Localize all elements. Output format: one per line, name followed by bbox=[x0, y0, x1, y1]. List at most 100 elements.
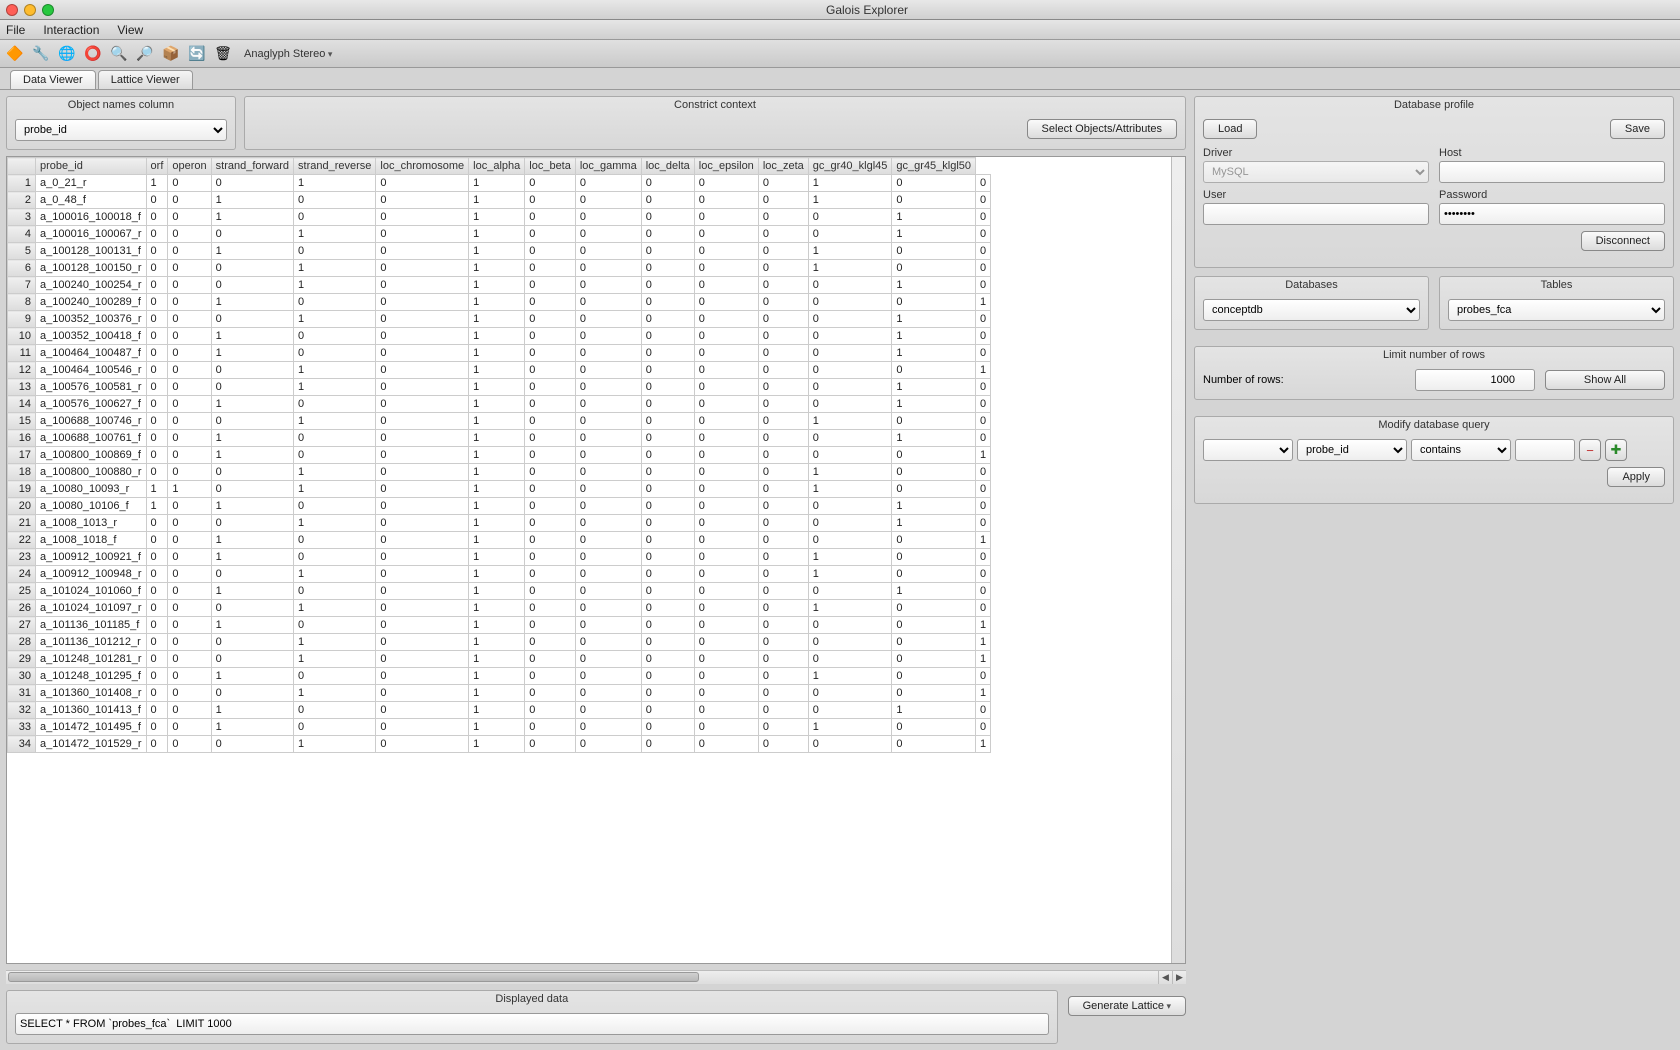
row-header[interactable]: 29 bbox=[8, 651, 36, 668]
row-header[interactable]: 8 bbox=[8, 294, 36, 311]
table-cell[interactable]: a_100800_100869_f bbox=[36, 447, 147, 464]
table-cell[interactable]: a_101248_101295_f bbox=[36, 668, 147, 685]
table-cell[interactable]: 0 bbox=[976, 583, 991, 600]
table-cell[interactable]: 0 bbox=[146, 515, 168, 532]
table-cell[interactable]: 0 bbox=[168, 243, 211, 260]
menu-view[interactable]: View bbox=[117, 23, 143, 37]
table-cell[interactable]: 0 bbox=[376, 532, 469, 549]
table-cell[interactable]: 0 bbox=[146, 651, 168, 668]
table-cell[interactable]: 0 bbox=[694, 668, 758, 685]
table-cell[interactable]: 0 bbox=[168, 447, 211, 464]
table-cell[interactable]: 0 bbox=[892, 192, 976, 209]
table-cell[interactable]: 0 bbox=[575, 651, 641, 668]
table-cell[interactable]: 0 bbox=[758, 702, 808, 719]
table-cell[interactable]: 0 bbox=[641, 447, 694, 464]
user-input[interactable] bbox=[1203, 203, 1429, 225]
table-cell[interactable]: 1 bbox=[469, 634, 525, 651]
table-cell[interactable]: 1 bbox=[469, 277, 525, 294]
table-row[interactable]: 27a_101136_101185_f00100100000001 bbox=[8, 617, 991, 634]
table-cell[interactable]: 0 bbox=[892, 685, 976, 702]
table-cell[interactable]: 0 bbox=[976, 345, 991, 362]
tab-data-viewer[interactable]: Data Viewer bbox=[10, 70, 96, 89]
table-cell[interactable]: a_100464_100487_f bbox=[36, 345, 147, 362]
table-cell[interactable]: 0 bbox=[168, 362, 211, 379]
table-cell[interactable]: 1 bbox=[294, 600, 376, 617]
table-cell[interactable]: 0 bbox=[641, 515, 694, 532]
table-cell[interactable]: 1 bbox=[294, 379, 376, 396]
table-cell[interactable]: 0 bbox=[808, 617, 892, 634]
table-row[interactable]: 32a_101360_101413_f00100100000010 bbox=[8, 702, 991, 719]
table-cell[interactable]: 0 bbox=[641, 430, 694, 447]
zoom-window-icon[interactable] bbox=[42, 4, 54, 16]
row-header[interactable]: 13 bbox=[8, 379, 36, 396]
table-cell[interactable]: 0 bbox=[694, 430, 758, 447]
table-cell[interactable]: 0 bbox=[808, 634, 892, 651]
row-header[interactable]: 23 bbox=[8, 549, 36, 566]
table-cell[interactable]: 1 bbox=[469, 311, 525, 328]
tables-select[interactable]: probes_fca bbox=[1448, 299, 1665, 321]
table-cell[interactable]: 0 bbox=[641, 396, 694, 413]
table-cell[interactable]: 0 bbox=[575, 430, 641, 447]
table-cell[interactable]: 0 bbox=[376, 498, 469, 515]
table-cell[interactable]: 0 bbox=[892, 481, 976, 498]
row-header[interactable]: 20 bbox=[8, 498, 36, 515]
table-cell[interactable]: 1 bbox=[211, 549, 293, 566]
table-cell[interactable]: 0 bbox=[146, 345, 168, 362]
table-cell[interactable]: 0 bbox=[146, 192, 168, 209]
table-cell[interactable]: 1 bbox=[808, 668, 892, 685]
load-button[interactable]: Load bbox=[1203, 119, 1257, 139]
table-cell[interactable]: 0 bbox=[294, 617, 376, 634]
row-header[interactable]: 30 bbox=[8, 668, 36, 685]
table-cell[interactable]: 0 bbox=[146, 583, 168, 600]
disconnect-button[interactable]: Disconnect bbox=[1581, 231, 1665, 251]
table-cell[interactable]: a_100016_100018_f bbox=[36, 209, 147, 226]
table-cell[interactable]: a_100240_100289_f bbox=[36, 294, 147, 311]
table-cell[interactable]: 0 bbox=[976, 260, 991, 277]
toolbar-icon-2[interactable]: 🔧 bbox=[32, 45, 50, 63]
table-cell[interactable]: 0 bbox=[758, 209, 808, 226]
table-row[interactable]: 23a_100912_100921_f00100100000100 bbox=[8, 549, 991, 566]
table-cell[interactable]: 1 bbox=[469, 651, 525, 668]
table-cell[interactable]: 0 bbox=[146, 634, 168, 651]
table-cell[interactable]: 0 bbox=[694, 685, 758, 702]
table-cell[interactable]: 0 bbox=[525, 243, 576, 260]
table-cell[interactable]: 0 bbox=[146, 685, 168, 702]
table-cell[interactable]: 0 bbox=[892, 413, 976, 430]
table-cell[interactable]: 0 bbox=[294, 192, 376, 209]
table-cell[interactable]: 0 bbox=[808, 294, 892, 311]
table-cell[interactable]: 1 bbox=[294, 651, 376, 668]
row-header[interactable]: 33 bbox=[8, 719, 36, 736]
table-cell[interactable]: 0 bbox=[641, 617, 694, 634]
table-cell[interactable]: 1 bbox=[976, 651, 991, 668]
toolbar-icon-5[interactable]: 🔍 bbox=[110, 45, 128, 63]
row-header[interactable]: 25 bbox=[8, 583, 36, 600]
row-header[interactable]: 17 bbox=[8, 447, 36, 464]
table-cell[interactable]: 0 bbox=[892, 294, 976, 311]
table-cell[interactable]: 0 bbox=[168, 668, 211, 685]
table-cell[interactable]: 0 bbox=[525, 549, 576, 566]
table-cell[interactable]: 0 bbox=[758, 600, 808, 617]
table-row[interactable]: 7a_100240_100254_r00010100000010 bbox=[8, 277, 991, 294]
toolbar-icon-3[interactable]: 🌐 bbox=[58, 45, 76, 63]
table-cell[interactable]: 1 bbox=[469, 362, 525, 379]
table-cell[interactable]: 1 bbox=[808, 464, 892, 481]
table-cell[interactable]: 1 bbox=[892, 702, 976, 719]
table-cell[interactable]: 0 bbox=[758, 447, 808, 464]
table-cell[interactable]: 0 bbox=[892, 532, 976, 549]
table-cell[interactable]: 0 bbox=[976, 719, 991, 736]
table-cell[interactable]: 0 bbox=[694, 702, 758, 719]
row-header[interactable]: 11 bbox=[8, 345, 36, 362]
table-cell[interactable]: a_101360_101413_f bbox=[36, 702, 147, 719]
table-cell[interactable]: 0 bbox=[294, 702, 376, 719]
table-cell[interactable]: 1 bbox=[469, 260, 525, 277]
table-cell[interactable]: 1 bbox=[469, 175, 525, 192]
table-cell[interactable]: 0 bbox=[641, 226, 694, 243]
table-row[interactable]: 29a_101248_101281_r00010100000001 bbox=[8, 651, 991, 668]
driver-select[interactable]: MySQL bbox=[1203, 161, 1429, 183]
column-header[interactable]: strand_reverse bbox=[294, 158, 376, 175]
table-cell[interactable]: 1 bbox=[294, 736, 376, 753]
table-row[interactable]: 22a_1008_1018_f00100100000001 bbox=[8, 532, 991, 549]
row-header[interactable]: 32 bbox=[8, 702, 36, 719]
table-cell[interactable]: 1 bbox=[892, 583, 976, 600]
table-cell[interactable]: 1 bbox=[211, 702, 293, 719]
